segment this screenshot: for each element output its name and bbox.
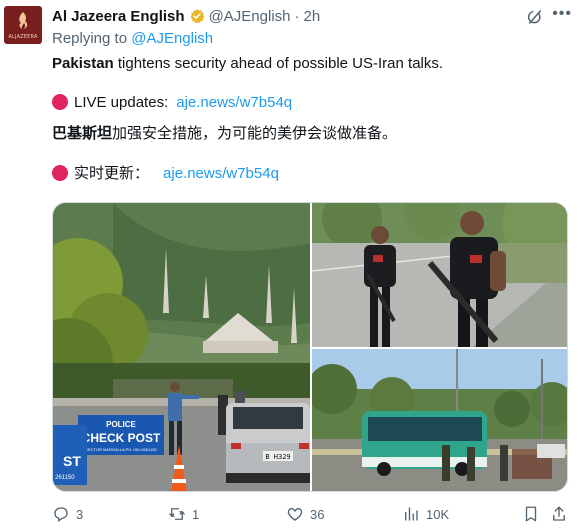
live-updates-link-chinese[interactable]: aje.news/w7b54q [163, 165, 279, 182]
replying-to: Replying to @AJEnglish [52, 30, 213, 47]
account-handle[interactable]: @AJEnglish [209, 8, 291, 25]
bookmark-icon [525, 506, 537, 522]
tweet-line-1: Pakistan tightens security ahead of poss… [52, 55, 443, 72]
separator-dot: · [294, 7, 300, 25]
aljazeera-logo-icon [19, 12, 28, 29]
live-updates-label: LIVE updates: [74, 94, 169, 111]
share-icon [553, 506, 565, 521]
tweet-header: Al Jazeera English @AJEnglish · 2h [52, 6, 320, 26]
repost-button[interactable]: 1 [168, 505, 199, 523]
sign-small-text: SECTOR MARGALLA PH: 051-9261150 [85, 447, 157, 452]
account-name[interactable]: Al Jazeera English [52, 8, 185, 25]
tweet-live-line: LIVE updates: aje.news/w7b54q [52, 94, 292, 111]
bookmark-button[interactable] [522, 505, 546, 523]
tweet-line-chinese: 巴基斯坦加强安全措施，为可能的美伊会谈做准备。 [52, 122, 397, 143]
tweet-chinese-bold: 巴基斯坦 [52, 125, 113, 142]
views-icon [405, 507, 418, 521]
live-updates-label-chinese: 实时更新： [74, 165, 150, 182]
more-options-icon[interactable]: ••• [552, 5, 572, 23]
reply-button[interactable]: 3 [52, 505, 83, 523]
live-updates-link[interactable]: aje.news/w7b54q [176, 94, 292, 111]
photo-police-check-post[interactable]: B H329 POLICE CHECK POST SECTOR MARGALLA… [53, 203, 310, 491]
tweet-chinese-text: 加强安全措施，为可能的美伊会谈做准备。 [112, 125, 398, 142]
left-sign-text: ST [63, 453, 81, 469]
views-button[interactable]: 10K [402, 505, 449, 523]
views-count: 10K [426, 506, 450, 522]
like-button[interactable]: 36 [286, 505, 324, 523]
reply-icon [54, 507, 68, 523]
sign-check-post-text: CHECK POST [82, 431, 161, 445]
replying-to-handle[interactable]: @AJEnglish [131, 30, 213, 47]
red-circle-icon [52, 165, 68, 181]
verified-badge-icon [190, 9, 204, 24]
sign-police-text: POLICE [106, 420, 136, 429]
media-grid: B H329 POLICE CHECK POST SECTOR MARGALLA… [52, 202, 568, 492]
repost-icon [169, 508, 185, 520]
tweet-timestamp[interactable]: 2h [304, 8, 321, 25]
reply-count: 3 [76, 506, 84, 522]
avatar[interactable]: ALJAZEERA [4, 6, 42, 44]
car-license-plate: B H329 [265, 453, 290, 461]
like-count: 36 [310, 506, 325, 522]
tweet-line-1-text: tightens security ahead of possible US-I… [113, 55, 444, 72]
tweet-bold-keyword: Pakistan [52, 55, 114, 72]
photo-armed-officers[interactable] [312, 203, 567, 347]
repost-count: 1 [192, 506, 200, 522]
share-button[interactable] [550, 505, 574, 523]
tweet-live-line-chinese: 实时更新： aje.news/w7b54q [52, 162, 279, 183]
grok-icon[interactable] [526, 8, 544, 26]
left-sign-number: 261150 [55, 475, 75, 481]
avatar-brand-text: ALJAZEERA [8, 34, 38, 40]
heart-icon [287, 508, 303, 521]
tweet-actions: 3 1 36 10K [52, 505, 568, 527]
replying-to-label: Replying to [52, 30, 128, 47]
photo-bus-and-police[interactable] [312, 349, 567, 491]
red-circle-icon [52, 94, 68, 110]
